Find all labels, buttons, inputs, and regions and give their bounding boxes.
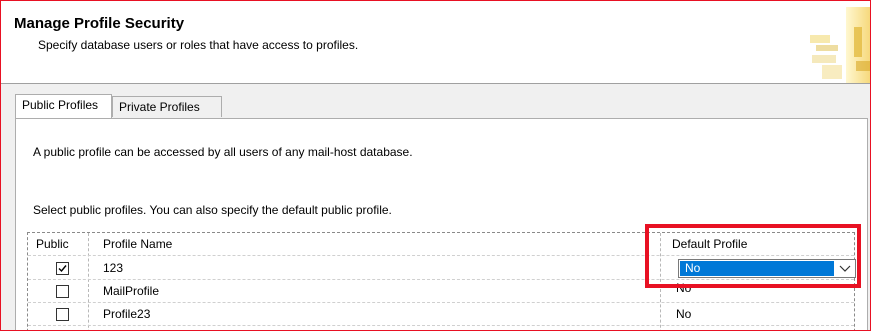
database-key-icon bbox=[806, 7, 870, 83]
chevron-down-icon bbox=[839, 265, 851, 272]
wizard-header: Manage Profile Security Specify database… bbox=[1, 1, 870, 84]
default-profile-dropdown[interactable]: No bbox=[678, 259, 856, 278]
column-header-default-profile[interactable]: Default Profile bbox=[672, 237, 747, 251]
public-profiles-panel: A public profile can be accessed by all … bbox=[15, 118, 868, 330]
profile-name-cell: MailProfile bbox=[103, 284, 160, 298]
column-header-public[interactable]: Public bbox=[36, 237, 69, 251]
default-profile-cell[interactable]: No bbox=[676, 281, 691, 295]
public-checkbox-checked[interactable] bbox=[56, 262, 69, 275]
public-checkbox[interactable] bbox=[56, 308, 69, 321]
tab-private-profiles[interactable]: Private Profiles bbox=[112, 96, 222, 117]
grid-divider bbox=[88, 233, 89, 330]
grid-row-divider bbox=[28, 302, 854, 303]
column-header-profile-name[interactable]: Profile Name bbox=[103, 237, 172, 251]
dialog-frame: Manage Profile Security Specify database… bbox=[0, 0, 871, 331]
panel-description: A public profile can be accessed by all … bbox=[33, 145, 413, 159]
default-profile-selected-value: No bbox=[680, 261, 834, 276]
grid-row-divider bbox=[28, 255, 854, 256]
grid-row-divider bbox=[28, 325, 854, 326]
page-title: Manage Profile Security bbox=[14, 15, 185, 32]
grid-row-divider bbox=[28, 279, 854, 280]
profile-name-cell: 123 bbox=[103, 261, 124, 275]
default-profile-cell[interactable]: No bbox=[676, 307, 691, 321]
grid-divider bbox=[660, 233, 661, 330]
check-icon bbox=[58, 265, 67, 273]
public-checkbox[interactable] bbox=[56, 285, 69, 298]
profiles-grid: Public Profile Name Default Profile 123 … bbox=[27, 232, 856, 330]
profile-name-cell: Profile23 bbox=[103, 307, 151, 321]
tab-public-profiles[interactable]: Public Profiles bbox=[15, 94, 112, 118]
page-subtitle: Specify database users or roles that hav… bbox=[38, 38, 359, 52]
panel-instruction: Select public profiles. You can also spe… bbox=[33, 203, 392, 217]
